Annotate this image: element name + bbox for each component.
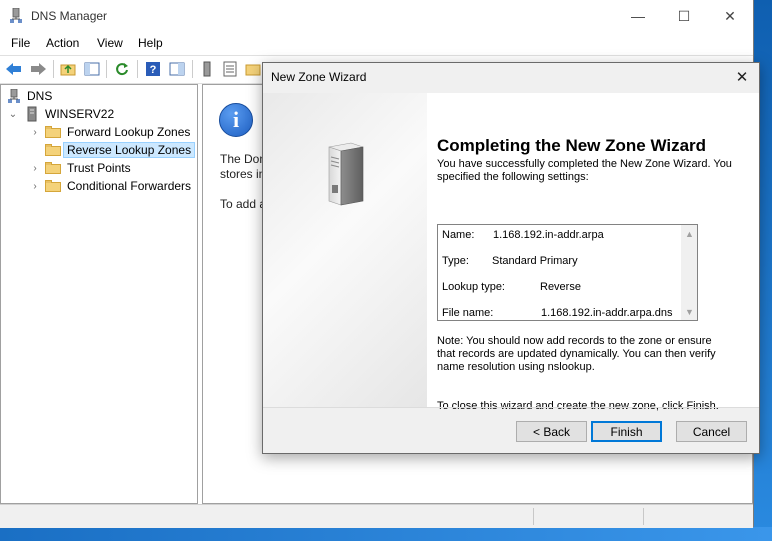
window-title: DNS Manager — [31, 9, 108, 23]
folder-icon — [45, 144, 61, 156]
maximize-button[interactable]: ☐ — [661, 0, 707, 32]
minimize-button[interactable]: — — [615, 0, 661, 32]
back-arrow-icon[interactable] — [4, 59, 24, 79]
wizard-intro-text: You have successfully completed the New … — [437, 158, 732, 183]
info-icon: i — [219, 103, 253, 137]
tree-label-dns: DNS — [27, 89, 53, 103]
summary-value-type: Standard Primary — [492, 255, 578, 267]
summary-label-file-name: File name: — [442, 307, 494, 319]
expand-placeholder — [29, 144, 41, 156]
tree-item-label: Conditional Forwarders — [67, 179, 192, 193]
back-button[interactable]: < Back — [516, 421, 587, 442]
wizard-note-text: Note: You should now add records to the … — [437, 335, 716, 373]
menu-action[interactable]: Action — [46, 36, 79, 50]
dialog-divider — [263, 407, 759, 408]
close-button[interactable]: ✕ — [707, 0, 753, 32]
status-bar — [0, 504, 753, 528]
properties-pane-icon[interactable] — [167, 59, 187, 79]
tree-item-conditional-forwarders[interactable]: › Conditional Forwarders — [29, 177, 191, 195]
expand-chevron-right-icon[interactable]: › — [29, 180, 41, 192]
new-zone-wizard-dialog: New Zone Wizard ✕ Completing the New Zon… — [262, 62, 760, 454]
content-text-line: To add a — [220, 197, 267, 211]
finish-button[interactable]: Finish — [591, 421, 662, 442]
tree-node-server[interactable]: ⌄ WINSERV22 — [7, 105, 114, 123]
dns-icon — [8, 89, 20, 103]
dialog-close-button[interactable]: ✕ — [731, 67, 753, 87]
scroll-down-icon[interactable]: ▼ — [685, 307, 694, 317]
summary-label-lookup-type: Lookup type: — [442, 281, 505, 293]
expand-chevron-right-icon[interactable]: › — [29, 126, 41, 138]
summary-scrollbar[interactable]: ▲ ▼ — [681, 225, 697, 320]
svg-text:?: ? — [150, 64, 157, 76]
folder-icon — [45, 180, 61, 192]
taskbar-edge — [0, 527, 772, 541]
up-folder-icon[interactable] — [58, 59, 78, 79]
server-tower-icon — [328, 142, 364, 206]
console-tree: DNS ⌄ WINSERV22 › Forward Lookup Zones R… — [0, 84, 198, 504]
content-text-line: The Don — [220, 152, 267, 166]
tree-node-dns[interactable]: DNS — [7, 87, 52, 105]
show-hide-tree-icon[interactable] — [82, 59, 102, 79]
content-text-line: stores in — [220, 167, 266, 181]
wizard-heading: Completing the New Zone Wizard — [437, 136, 707, 155]
dns-app-icon — [10, 8, 22, 23]
folder-icon — [45, 162, 61, 174]
title-bar: DNS Manager — ☐ ✕ — [0, 0, 753, 32]
scroll-up-icon[interactable]: ▲ — [685, 229, 694, 239]
expand-chevron-right-icon[interactable]: › — [29, 162, 41, 174]
summary-label-name: Name: — [442, 229, 475, 241]
summary-value-lookup-type: Reverse — [540, 281, 581, 293]
menu-file[interactable]: File — [11, 36, 30, 50]
folder-icon[interactable] — [243, 59, 263, 79]
cancel-button[interactable]: Cancel — [676, 421, 747, 442]
tree-item-label: Forward Lookup Zones — [67, 125, 191, 139]
close-icon: ✕ — [735, 69, 749, 86]
tree-item-trust-points[interactable]: › Trust Points — [29, 159, 131, 177]
tree-item-label: Reverse Lookup Zones — [63, 142, 196, 158]
help-icon[interactable]: ? — [143, 59, 163, 79]
tree-item-reverse-lookup-zones[interactable]: Reverse Lookup Zones — [29, 141, 196, 159]
forward-arrow-icon[interactable] — [28, 59, 48, 79]
folder-icon — [45, 126, 61, 138]
tree-label-server: WINSERV22 — [45, 107, 115, 121]
menu-help[interactable]: Help — [138, 36, 163, 50]
tree-item-forward-lookup-zones[interactable]: › Forward Lookup Zones — [29, 123, 190, 141]
list-view-icon[interactable] — [220, 59, 240, 79]
wizard-banner — [263, 93, 427, 407]
summary-value-name: 1.168.192.in-addr.arpa — [493, 229, 604, 241]
dialog-title: New Zone Wizard — [271, 70, 367, 84]
tree-item-label: Trust Points — [67, 161, 131, 175]
server-icon — [27, 106, 37, 122]
summary-value-file-name: 1.168.192.in-addr.arpa.dns — [541, 307, 673, 319]
summary-label-type: Type: — [442, 255, 469, 267]
refresh-icon[interactable] — [112, 59, 132, 79]
settings-summary-box: Name: 1.168.192.in-addr.arpa Type: Stand… — [437, 224, 698, 321]
expand-chevron-down-icon[interactable]: ⌄ — [7, 108, 19, 120]
server-icon[interactable] — [197, 59, 217, 79]
menu-bar: File Action View Help — [0, 32, 753, 54]
wizard-page: Completing the New Zone Wizard You have … — [263, 93, 759, 412]
menu-view[interactable]: View — [97, 36, 123, 50]
